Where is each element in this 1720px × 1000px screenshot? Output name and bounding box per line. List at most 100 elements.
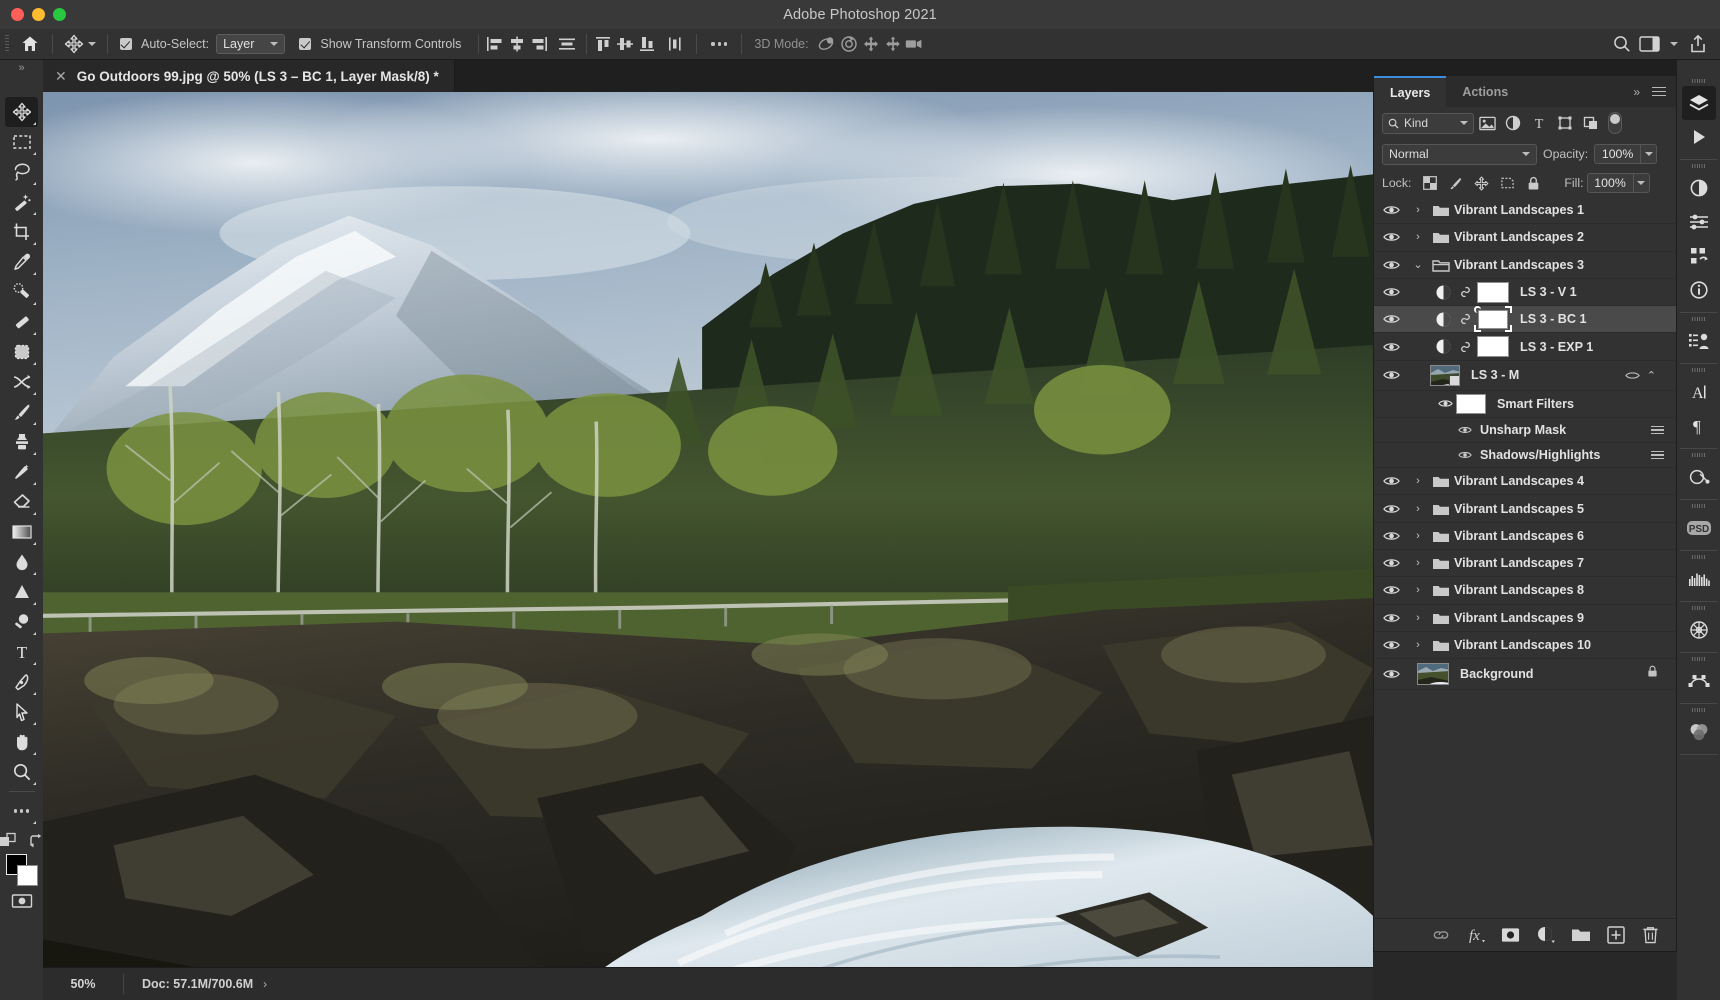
- adjustments-panel-icon-button[interactable]: [1682, 171, 1716, 205]
- layer-row-vibrant-landscapes-10[interactable]: › Vibrant Landscapes 10: [1374, 632, 1676, 660]
- layer-visibility-toggle[interactable]: [1374, 639, 1408, 651]
- adjustment-layer-thumbnail[interactable]: [1430, 311, 1456, 328]
- layer-mask-thumbnail[interactable]: [1477, 281, 1509, 303]
- navigator-panel-icon-button[interactable]: [1682, 613, 1716, 647]
- paths-panel-icon-button[interactable]: [1682, 460, 1716, 494]
- close-document-icon[interactable]: ✕: [55, 69, 67, 83]
- swap-colors-icon[interactable]: [27, 833, 45, 849]
- layer-row-background[interactable]: Background: [1374, 659, 1676, 691]
- libraries-panel-icon-button[interactable]: [1682, 239, 1716, 273]
- layer-row-vibrant-landscapes-8[interactable]: › Vibrant Landscapes 8: [1374, 577, 1676, 605]
- actions-panel-icon-button[interactable]: [1682, 120, 1716, 154]
- align-right-edges-button[interactable]: [528, 33, 550, 55]
- show-transform-checkbox[interactable]: [285, 29, 318, 60]
- roll-3d-button[interactable]: [838, 33, 860, 55]
- group-disclosure-triangle[interactable]: ›: [1408, 475, 1428, 487]
- align-left-edges-button[interactable]: [484, 33, 506, 55]
- layer-row-vibrant-landscapes-2[interactable]: › Vibrant Landscapes 2: [1374, 224, 1676, 252]
- layer-visibility-toggle[interactable]: [1374, 313, 1408, 325]
- lock-transparent-pixels-button[interactable]: [1418, 172, 1441, 194]
- new-layer-button[interactable]: [1598, 919, 1633, 952]
- layer-visibility-toggle[interactable]: [1374, 557, 1408, 569]
- properties-panel-icon-button[interactable]: [1682, 205, 1716, 239]
- rail-grip[interactable]: [1692, 555, 1705, 559]
- lock-artboard-nesting-button[interactable]: [1496, 172, 1519, 194]
- more-options-button[interactable]: [702, 33, 736, 55]
- layer-row-ls3-m[interactable]: LS 3 - M ⌃: [1374, 361, 1676, 391]
- auto-select-checkbox[interactable]: [113, 29, 139, 60]
- layer-row-ls3-v1[interactable]: LS 3 - V 1: [1374, 279, 1676, 307]
- healing-brush-tool-button[interactable]: [5, 307, 38, 337]
- psd-comments-panel-icon-button[interactable]: PSD: [1682, 511, 1716, 545]
- quick-mask-button[interactable]: [11, 892, 33, 915]
- opacity-input[interactable]: 100%: [1594, 144, 1641, 164]
- content-aware-move-tool-button[interactable]: [5, 367, 38, 397]
- rail-grip[interactable]: [1692, 504, 1705, 508]
- smart-filter-mask-thumbnail[interactable]: [1456, 393, 1486, 414]
- active-tool-button[interactable]: [58, 29, 102, 60]
- tab-actions[interactable]: Actions: [1446, 76, 1524, 107]
- layer-row-vibrant-landscapes-4[interactable]: › Vibrant Landscapes 4: [1374, 468, 1676, 496]
- layer-row-ls3-exp1[interactable]: LS 3 - EXP 1: [1374, 333, 1676, 361]
- rail-grip[interactable]: [1692, 79, 1705, 83]
- lock-position-button[interactable]: [1470, 172, 1493, 194]
- auto-select-scope-dropdown[interactable]: Layer: [216, 34, 286, 54]
- filter-type-button[interactable]: T: [1526, 111, 1552, 135]
- layer-mask-thumbnail-active[interactable]: [1474, 306, 1512, 333]
- move-tool-button[interactable]: [5, 97, 38, 127]
- slide-3d-button[interactable]: [882, 33, 904, 55]
- rail-grip[interactable]: [1692, 164, 1705, 168]
- opacity-stepper[interactable]: [1640, 144, 1658, 164]
- document-canvas[interactable]: [43, 92, 1373, 967]
- rail-grip[interactable]: [1692, 657, 1705, 661]
- filter-visibility-toggle[interactable]: [1454, 450, 1476, 460]
- layer-list[interactable]: › Vibrant Landscapes 1 › Vibrant Landsca…: [1374, 197, 1676, 918]
- eyedropper-tool-button[interactable]: [5, 247, 38, 277]
- options-bar-grip[interactable]: [5, 35, 9, 53]
- layer-row-vibrant-landscapes-3[interactable]: ⌄ Vibrant Landscapes 3: [1374, 252, 1676, 279]
- filter-settings-icon[interactable]: [1651, 451, 1664, 460]
- channels-panel-icon-button[interactable]: [1682, 715, 1716, 749]
- layer-mask-link-icon[interactable]: [1456, 285, 1474, 299]
- group-disclosure-triangle[interactable]: ›: [1408, 530, 1428, 542]
- dodge-tool-button[interactable]: [5, 577, 38, 607]
- delete-layer-button[interactable]: [1633, 919, 1668, 952]
- panel-menu-icon[interactable]: [1652, 86, 1666, 97]
- layer-row-ls3-bc1[interactable]: LS 3 - BC 1: [1374, 306, 1676, 334]
- adjustment-layer-thumbnail[interactable]: [1430, 284, 1456, 301]
- layer-visibility-toggle[interactable]: [1374, 341, 1408, 353]
- lock-image-pixels-button[interactable]: [1444, 172, 1467, 194]
- blend-mode-dropdown[interactable]: Normal: [1382, 143, 1537, 165]
- add-layer-mask-button[interactable]: [1493, 919, 1528, 952]
- filter-enable-toggle[interactable]: [1608, 112, 1622, 134]
- rectangular-marquee-tool-button[interactable]: [5, 127, 38, 157]
- layer-visibility-toggle[interactable]: [1374, 259, 1408, 271]
- pan-3d-button[interactable]: [860, 33, 882, 55]
- crop-tool-button[interactable]: [5, 217, 38, 247]
- layer-row-shadows-highlights[interactable]: Shadows/Highlights: [1374, 443, 1676, 469]
- layer-row-vibrant-landscapes-5[interactable]: › Vibrant Landscapes 5: [1374, 495, 1676, 523]
- filter-kind-dropdown[interactable]: Kind: [1382, 112, 1474, 134]
- type-tool-button[interactable]: T: [5, 637, 38, 667]
- layer-visibility-toggle[interactable]: [1374, 503, 1408, 515]
- filter-visibility-toggle[interactable]: [1454, 425, 1476, 435]
- layer-visibility-toggle[interactable]: [1374, 668, 1408, 680]
- character-panel-icon-button[interactable]: A: [1682, 375, 1716, 409]
- layer-visibility-toggle[interactable]: [1374, 369, 1408, 381]
- group-disclosure-triangle[interactable]: ›: [1408, 557, 1428, 569]
- smart-filters-visibility-toggle[interactable]: [1434, 398, 1456, 409]
- filter-adjustment-button[interactable]: [1500, 111, 1526, 135]
- status-expand-arrow[interactable]: ›: [263, 977, 267, 991]
- zoom-tool-button[interactable]: [5, 757, 38, 787]
- clone-stamp-tool-button[interactable]: [5, 427, 38, 457]
- layer-visibility-toggle[interactable]: [1374, 286, 1408, 298]
- spot-healing-brush-tool-button[interactable]: [5, 277, 38, 307]
- distribute-horizontally-button[interactable]: [556, 33, 578, 55]
- fill-input[interactable]: 100%: [1586, 173, 1633, 193]
- background-color-swatch[interactable]: [16, 865, 38, 886]
- align-bottom-edges-button[interactable]: [636, 33, 658, 55]
- layer-row-vibrant-landscapes-7[interactable]: › Vibrant Landscapes 7: [1374, 550, 1676, 578]
- group-disclosure-triangle[interactable]: ›: [1408, 503, 1428, 515]
- tab-layers[interactable]: Layers: [1374, 76, 1447, 107]
- paragraph-panel-icon-button[interactable]: ¶: [1682, 409, 1716, 443]
